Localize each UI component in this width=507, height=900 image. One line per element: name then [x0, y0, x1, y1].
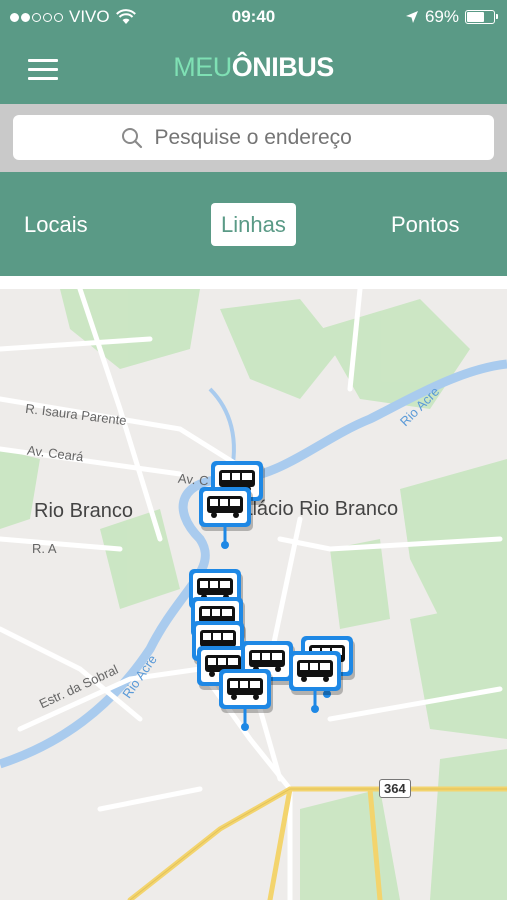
app-logo: MEUÔNIBUS: [0, 52, 507, 83]
tab-linhas[interactable]: Linhas: [211, 203, 296, 246]
city-label-rio-branco: Rio Branco: [34, 500, 133, 522]
location-arrow-icon: [405, 11, 418, 23]
battery-percent: 69%: [424, 7, 459, 26]
tab-pontos[interactable]: Pontos: [381, 203, 470, 246]
search-icon: [121, 127, 142, 148]
status-bar: VIVO 09:40 69%: [0, 0, 507, 34]
tab-bar: Locais Linhas Pontos: [0, 172, 507, 276]
search-box[interactable]: [13, 115, 494, 160]
logo-meu: MEU: [173, 52, 232, 82]
status-right: 69%: [405, 7, 498, 27]
search-bar-container: [0, 104, 507, 172]
app-header: MEUÔNIBUS: [0, 34, 507, 104]
highway-shield-364: 364: [379, 779, 411, 798]
logo-onibus: ÔNIBUS: [231, 52, 335, 82]
bus-stop-marker-icon[interactable]: [218, 667, 276, 737]
search-input[interactable]: [152, 124, 387, 151]
divider: [0, 276, 507, 289]
battery-icon: [465, 10, 498, 24]
street-label: R. A: [32, 541, 57, 556]
bus-stop-marker-icon[interactable]: [198, 485, 256, 555]
tab-locais[interactable]: Locais: [14, 203, 98, 246]
map-base: [0, 289, 507, 900]
map-view[interactable]: R. Isaura Parente Av. Ceará Av. C R. A E…: [0, 289, 507, 900]
bus-stop-marker-icon[interactable]: [288, 649, 346, 719]
